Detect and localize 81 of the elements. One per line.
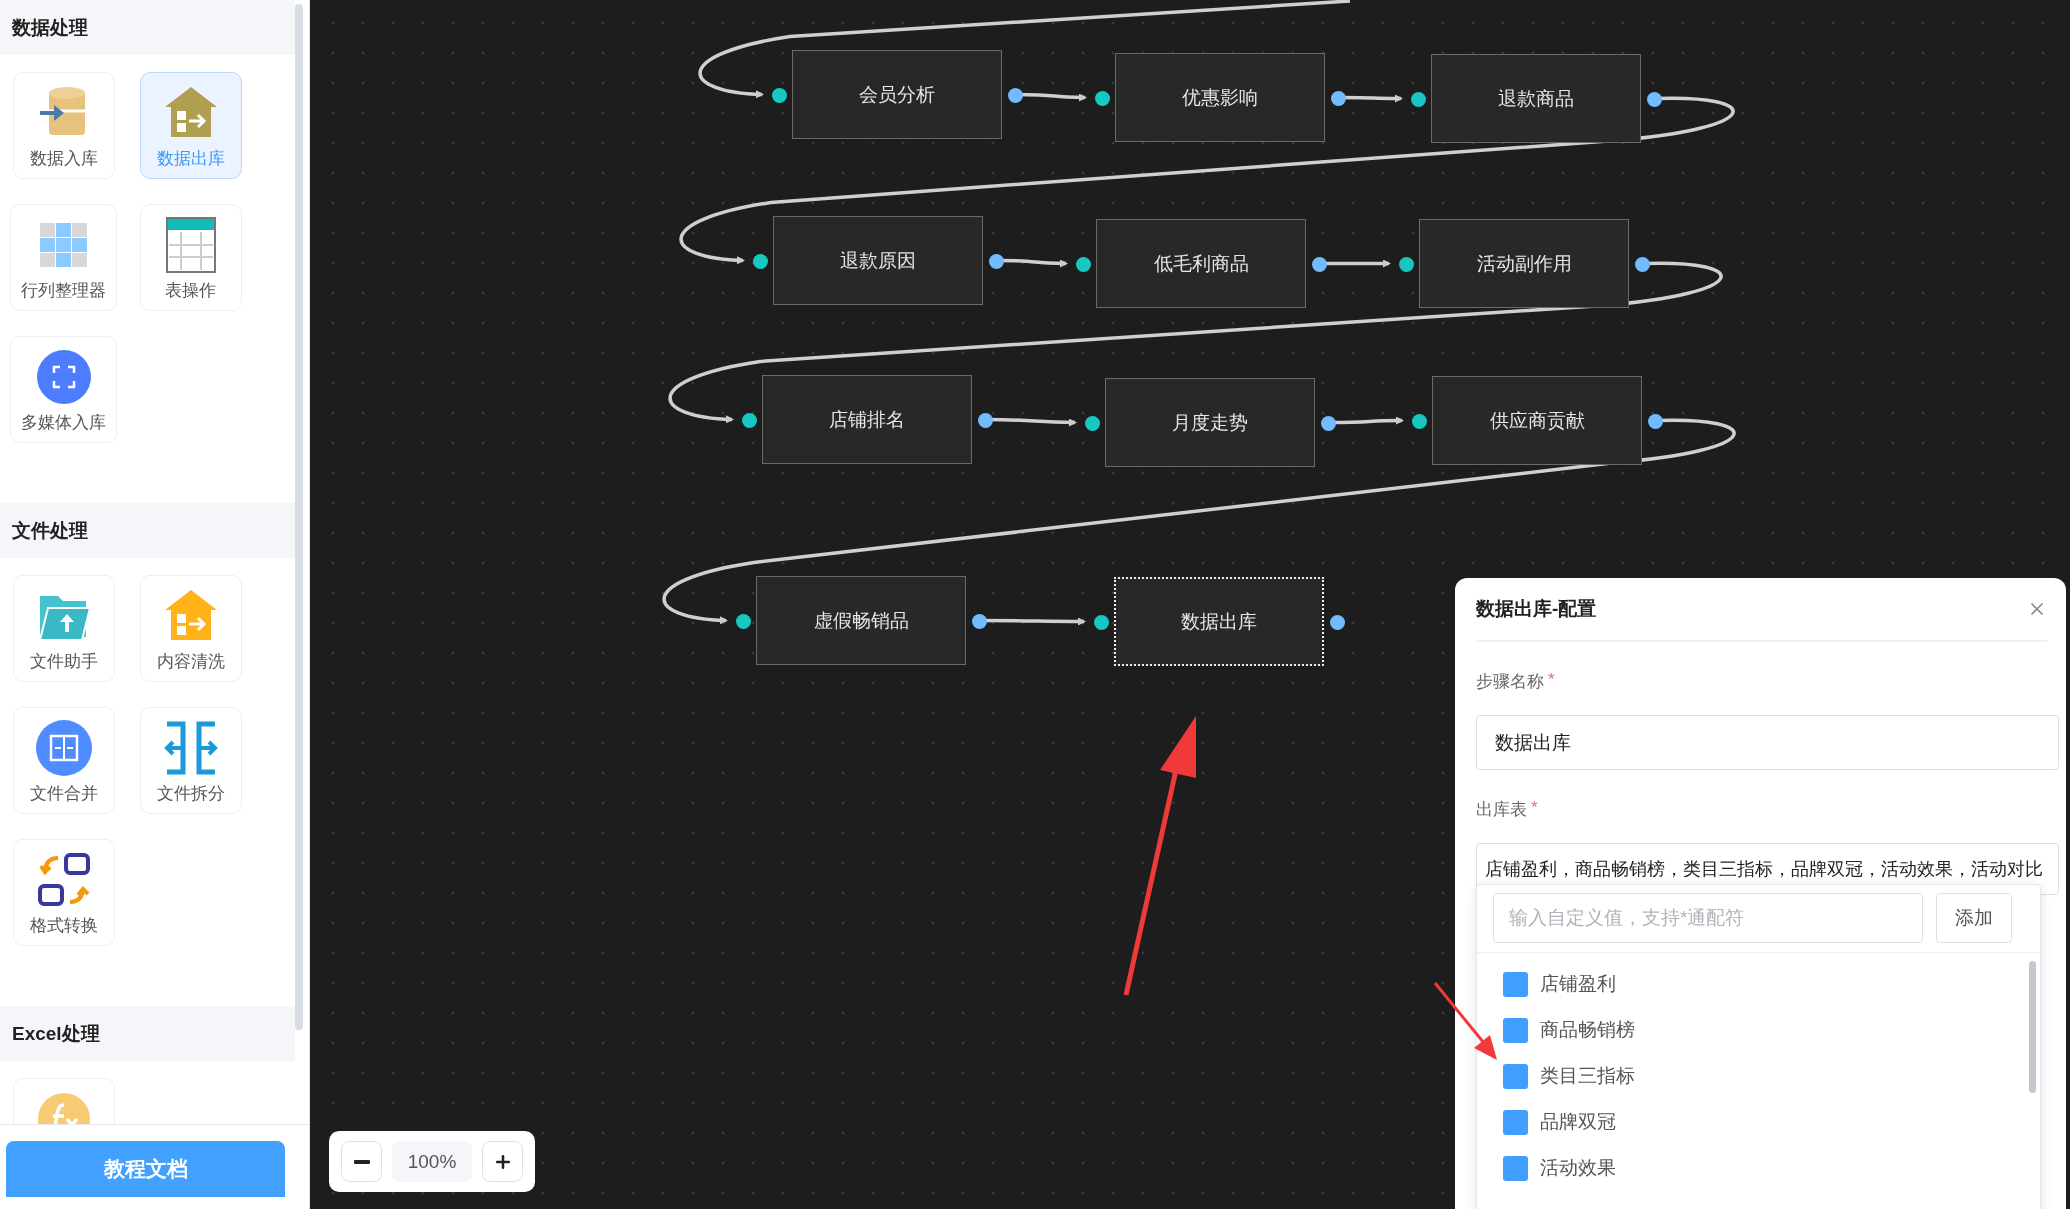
output-port[interactable] bbox=[1331, 90, 1346, 106]
output-port[interactable] bbox=[1648, 413, 1663, 429]
checkbox[interactable] bbox=[1503, 1017, 1528, 1043]
option-label[interactable]: 类目三指标 bbox=[1540, 1063, 1635, 1089]
flow-node[interactable]: 优惠影响 bbox=[1115, 53, 1325, 142]
output-port[interactable] bbox=[1312, 256, 1327, 272]
output-port[interactable] bbox=[1330, 614, 1345, 630]
tool-label: 文件拆分 bbox=[156, 783, 225, 805]
section-header: 文件处理 bbox=[0, 503, 295, 558]
panel-title: 数据出库-配置 bbox=[1476, 597, 1597, 621]
output-port[interactable] bbox=[1635, 256, 1650, 272]
input-port[interactable] bbox=[753, 253, 768, 269]
flow-node[interactable]: 退款商品 bbox=[1431, 54, 1641, 143]
tool-label: 文件合并 bbox=[29, 783, 98, 805]
flow-node[interactable]: 数据出库 bbox=[1114, 577, 1324, 666]
tool-card[interactable]: 行列整理器 bbox=[10, 204, 117, 311]
tool-card[interactable]: 数据入库 bbox=[12, 72, 115, 179]
option-label[interactable]: 品牌双冠 bbox=[1540, 1109, 1616, 1135]
flow-node[interactable]: 低毛利商品 bbox=[1096, 219, 1306, 308]
flow-canvas[interactable]: 会员分析 优惠影响 退款商品 退款原因 低毛利商品 活动副作用 店铺排名 月度走势 供应商贡献 虚假畅销品 数据出库 100% 数据出库-配置 步骤名称 * 数据出库 出库表 * 店铺盈利，商品畅销榜，类目三指标，品牌双冠，活动效果，活动对比 输入自定义值，支持*通配符 添加 店铺盈利 商品畅销榜 类目三指标 品牌双冠 活动效果 bbox=[310, 0, 2070, 1209]
section-header: 数据处理 bbox=[0, 0, 295, 55]
input-port[interactable] bbox=[742, 412, 757, 428]
flow-node[interactable]: 供应商贡献 bbox=[1432, 376, 1642, 465]
checkbox[interactable] bbox=[1503, 971, 1528, 997]
tool-card[interactable]: 表操作 bbox=[139, 204, 242, 311]
zoom-out-button[interactable] bbox=[341, 1141, 382, 1182]
input-port[interactable] bbox=[736, 613, 751, 629]
minus-icon bbox=[353, 1159, 370, 1164]
tool-card[interactable]: 文件助手 bbox=[12, 575, 115, 682]
flow-node[interactable]: 会员分析 bbox=[792, 50, 1002, 139]
input-port[interactable] bbox=[1076, 256, 1091, 272]
input-field[interactable]: 数据出库 bbox=[1476, 715, 2059, 770]
checkbox[interactable] bbox=[1503, 1155, 1528, 1181]
scrollbar[interactable] bbox=[2029, 961, 2036, 1093]
tool-label: 数据出库 bbox=[156, 148, 225, 170]
input-port[interactable] bbox=[772, 87, 787, 103]
option-label[interactable]: 活动效果 bbox=[1540, 1155, 1616, 1181]
output-port[interactable] bbox=[989, 253, 1004, 269]
input-port[interactable] bbox=[1094, 614, 1109, 630]
search-field[interactable]: 输入自定义值，支持*通配符 bbox=[1493, 893, 1923, 943]
input-port[interactable] bbox=[1412, 413, 1427, 429]
tool-card[interactable]: 文件拆分 bbox=[139, 707, 242, 814]
checkbox[interactable] bbox=[1503, 1063, 1528, 1089]
tool-label: 表操作 bbox=[165, 280, 216, 302]
tool-card[interactable]: 内容清洗 bbox=[139, 575, 242, 682]
field-label: 出库表 bbox=[1476, 799, 1527, 821]
checkbox[interactable] bbox=[1503, 1109, 1528, 1135]
output-port[interactable] bbox=[1647, 91, 1662, 107]
field-label: 步骤名称 bbox=[1476, 671, 1544, 693]
flow-node[interactable]: 月度走势 bbox=[1105, 378, 1315, 467]
section-header: Excel处理 bbox=[0, 1006, 295, 1061]
tool-label: 格式转换 bbox=[29, 915, 98, 937]
input-port[interactable] bbox=[1399, 256, 1414, 272]
output-port[interactable] bbox=[1008, 87, 1023, 103]
tool-card[interactable]: 多媒体入库 bbox=[10, 336, 117, 443]
input-port[interactable] bbox=[1085, 415, 1100, 431]
tool-card[interactable]: 文件合并 bbox=[12, 707, 115, 814]
tool-label: 内容清洗 bbox=[156, 651, 225, 673]
tool-label: 文件助手 bbox=[29, 651, 98, 673]
flow-node[interactable]: 退款原因 bbox=[773, 216, 983, 305]
required-mark: * bbox=[1531, 798, 1538, 819]
tool-label: 多媒体入库 bbox=[21, 412, 106, 434]
zoom-level: 100% bbox=[392, 1141, 472, 1182]
option-label[interactable]: 商品畅销榜 bbox=[1540, 1017, 1635, 1043]
input-port[interactable] bbox=[1411, 91, 1426, 107]
scrollbar[interactable] bbox=[295, 4, 303, 1030]
tool-label: 行列整理器 bbox=[21, 280, 106, 302]
output-port[interactable] bbox=[978, 412, 993, 428]
option-label[interactable]: 店铺盈利 bbox=[1540, 971, 1616, 997]
flow-node[interactable]: 虚假畅销品 bbox=[756, 576, 966, 665]
flow-node[interactable]: 活动副作用 bbox=[1419, 219, 1629, 308]
tool-label: 数据入库 bbox=[29, 148, 98, 170]
zoom-in-button[interactable] bbox=[482, 1141, 523, 1182]
tool-card[interactable]: 格式转换 bbox=[12, 839, 115, 946]
input-port[interactable] bbox=[1095, 90, 1110, 106]
merge-icon bbox=[33, 718, 94, 778]
add-button[interactable]: 添加 bbox=[1936, 893, 2012, 943]
output-port[interactable] bbox=[1321, 415, 1336, 431]
flow-node[interactable]: 店铺排名 bbox=[762, 375, 972, 464]
output-port[interactable] bbox=[972, 613, 987, 629]
required-mark: * bbox=[1548, 670, 1555, 691]
